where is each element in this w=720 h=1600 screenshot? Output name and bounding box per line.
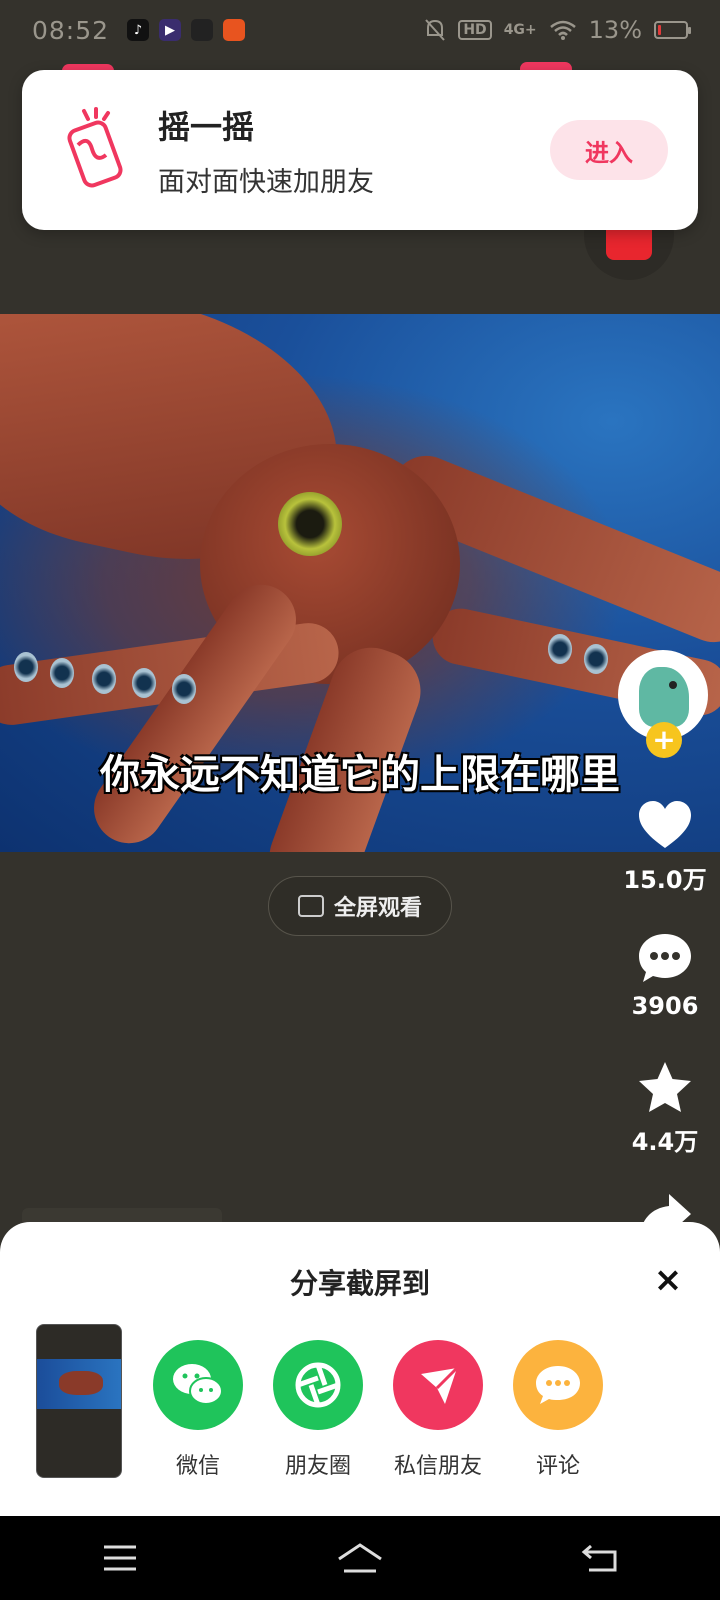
home-button[interactable] <box>320 1528 400 1588</box>
like-count: 15.0万 <box>623 866 707 894</box>
send-icon <box>393 1340 483 1430</box>
status-app-icons: ♪ ▶ <box>127 19 246 41</box>
video-subtitle: 你永远不知道它的上限在哪里 <box>100 751 620 798</box>
share-options: 微信 朋友圈 私信朋友 评论 <box>152 1340 604 1480</box>
status-bar: 08:52 ♪ ▶ HD 4G+ 13% <box>0 0 720 60</box>
enter-button[interactable]: 进入 <box>550 120 668 180</box>
book-icon <box>191 19 214 41</box>
share-option-label: 朋友圈 <box>284 1454 351 1479</box>
favorite-count: 4.4万 <box>631 1128 699 1156</box>
video-player[interactable]: 你永远不知道它的上限在哪里 <box>0 314 720 852</box>
screenshot-thumbnail[interactable] <box>36 1324 122 1478</box>
banner-text: 摇一摇 面对面快速加朋友 <box>158 102 550 199</box>
share-option-direct-message[interactable]: 私信朋友 <box>392 1340 484 1480</box>
sucker <box>50 658 74 688</box>
moments-icon <box>273 1340 363 1430</box>
close-icon[interactable]: × <box>648 1260 688 1300</box>
menu-button[interactable] <box>80 1528 160 1588</box>
thumbnail-video <box>37 1359 121 1409</box>
player-icon: ▶ <box>159 19 182 41</box>
share-sheet: 分享截屏到 × 微信 朋友圈 私信朋友 评论 <box>0 1222 720 1516</box>
sucker <box>92 664 116 694</box>
banner-subtitle: 面对面快速加朋友 <box>158 166 374 198</box>
battery-percent: 13% <box>588 16 642 44</box>
sucker <box>14 652 38 682</box>
back-icon <box>581 1544 617 1572</box>
comment-icon <box>513 1340 603 1430</box>
share-option-comment[interactable]: 评论 <box>512 1340 604 1480</box>
status-indicators: HD 4G+ 13% <box>424 16 691 44</box>
fullscreen-icon <box>297 895 324 917</box>
sucker <box>172 674 196 704</box>
fullscreen-button[interactable]: 全屏观看 <box>268 876 452 936</box>
comment-count: 3906 <box>631 992 699 1020</box>
battery-icon <box>654 21 691 39</box>
sucker <box>548 634 572 664</box>
share-option-moments[interactable]: 朋友圈 <box>272 1340 364 1480</box>
tentacle <box>80 571 310 852</box>
network-type: 4G+ <box>503 22 537 38</box>
tiktok-icon: ♪ <box>127 19 150 41</box>
sucker <box>584 644 608 674</box>
menu-icon <box>104 1545 136 1571</box>
share-sheet-title: 分享截屏到 <box>289 1267 430 1300</box>
dino-eye <box>669 681 677 689</box>
status-time: 08:52 <box>32 15 110 45</box>
shop-icon <box>223 19 246 41</box>
follow-button[interactable]: + <box>646 722 682 758</box>
star-icon <box>639 1062 691 1112</box>
heart-icon <box>639 801 691 848</box>
system-nav-bar <box>0 1516 720 1600</box>
shake-phone-icon <box>67 107 123 188</box>
share-option-label: 评论 <box>535 1454 580 1479</box>
back-button[interactable] <box>560 1528 640 1588</box>
like-button[interactable]: 15.0万 <box>620 796 710 895</box>
battery-fill <box>658 25 662 35</box>
squid-eye <box>278 492 342 556</box>
shake-banner[interactable]: 摇一摇 面对面快速加朋友 进入 <box>22 70 698 230</box>
share-option-wechat[interactable]: 微信 <box>152 1340 244 1480</box>
banner-title: 摇一摇 <box>158 107 255 146</box>
comment-button[interactable]: 3906 <box>620 928 710 1020</box>
dino-figure <box>639 667 689 727</box>
home-icon <box>338 1543 382 1573</box>
sucker <box>132 668 156 698</box>
share-option-label: 私信朋友 <box>393 1454 482 1479</box>
wechat-icon <box>153 1340 243 1430</box>
hd-badge: HD <box>458 20 492 40</box>
favorite-button[interactable]: 4.4万 <box>620 1058 710 1157</box>
wifi-icon <box>549 20 576 40</box>
share-option-label: 微信 <box>175 1454 220 1479</box>
fullscreen-label: 全屏观看 <box>333 896 422 921</box>
mute-bell-icon <box>425 19 446 41</box>
comment-bubble-icon <box>639 934 691 982</box>
